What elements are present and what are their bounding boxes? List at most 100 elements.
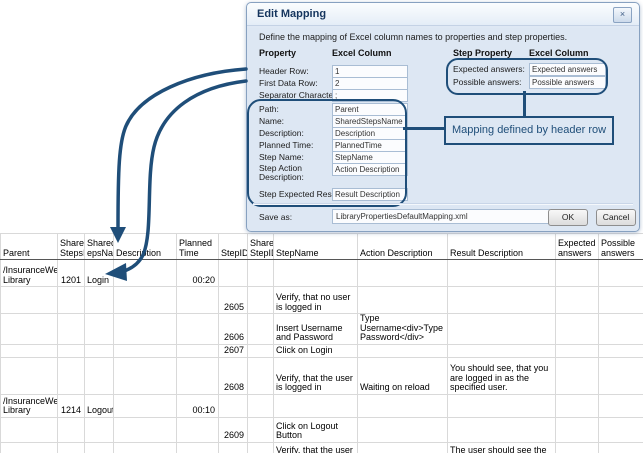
sheet-cell[interactable] — [556, 314, 599, 345]
column-header-cell[interactable]: Planned Time — [177, 234, 219, 260]
sheet-cell[interactable] — [85, 287, 114, 314]
sheet-cell[interactable] — [248, 344, 274, 357]
sheet-cell[interactable] — [248, 357, 274, 394]
sheet-cell[interactable] — [177, 287, 219, 314]
sheet-cell[interactable] — [114, 417, 177, 442]
sheet-cell[interactable] — [599, 287, 643, 314]
sheet-cell[interactable]: Verify, that no user is logged in — [274, 287, 358, 314]
sheet-cell[interactable]: 2609 — [219, 417, 248, 442]
sheet-cell[interactable] — [274, 260, 358, 287]
sheet-cell[interactable] — [448, 314, 556, 345]
sheet-cell[interactable] — [358, 260, 448, 287]
sheet-cell[interactable] — [358, 394, 448, 417]
sheet-cell[interactable] — [1, 344, 58, 357]
sheet-cell[interactable] — [248, 287, 274, 314]
sheet-cell[interactable]: 2607 — [219, 344, 248, 357]
sheet-cell[interactable] — [58, 287, 85, 314]
sheet-cell[interactable] — [448, 417, 556, 442]
sheet-cell[interactable] — [1, 314, 58, 345]
sheet-cell[interactable] — [556, 260, 599, 287]
sheet-cell[interactable]: 1214 — [58, 394, 85, 417]
sheet-cell[interactable] — [114, 287, 177, 314]
sheet-cell[interactable] — [85, 357, 114, 394]
column-header-cell[interactable]: Result Description — [448, 234, 556, 260]
sheet-cell[interactable] — [599, 394, 643, 417]
sheet-cell[interactable] — [358, 287, 448, 314]
sheet-cell[interactable] — [599, 260, 643, 287]
sheet-cell[interactable] — [114, 260, 177, 287]
sheet-cell[interactable]: 2608 — [219, 357, 248, 394]
sheet-cell[interactable] — [58, 417, 85, 442]
sheet-cell[interactable] — [114, 442, 177, 453]
column-header-cell[interactable]: StepName — [274, 234, 358, 260]
sheet-cell[interactable] — [85, 417, 114, 442]
sheet-cell[interactable] — [599, 442, 643, 453]
sheet-cell[interactable] — [58, 442, 85, 453]
sheet-cell[interactable] — [556, 417, 599, 442]
sheet-cell[interactable] — [448, 394, 556, 417]
sheet-cell[interactable]: 1201 — [58, 260, 85, 287]
sheet-cell[interactable]: Type Username<div>Type Password</div> — [358, 314, 448, 345]
column-header-cell[interactable]: Shared StepsID — [58, 234, 85, 260]
sheet-cell[interactable] — [248, 260, 274, 287]
cancel-button[interactable]: Cancel — [596, 209, 636, 226]
sheet-cell[interactable] — [177, 344, 219, 357]
sheet-cell[interactable] — [599, 357, 643, 394]
sheet-cell[interactable] — [358, 417, 448, 442]
ok-button[interactable]: OK — [548, 209, 588, 226]
sheet-cell[interactable] — [1, 357, 58, 394]
sheet-cell[interactable] — [114, 394, 177, 417]
sheet-cell[interactable] — [114, 357, 177, 394]
sheet-cell[interactable] — [177, 442, 219, 453]
sheet-cell[interactable] — [85, 314, 114, 345]
column-header-cell[interactable]: Shared StepID — [248, 234, 274, 260]
sheet-cell[interactable] — [599, 344, 643, 357]
sheet-cell[interactable]: 00:10 — [177, 394, 219, 417]
sheet-cell[interactable] — [1, 287, 58, 314]
sheet-cell[interactable] — [556, 357, 599, 394]
sheet-cell[interactable]: 2610 — [219, 442, 248, 453]
sheet-cell[interactable]: 2605 — [219, 287, 248, 314]
column-header-cell[interactable]: SharedSt epsName — [85, 234, 114, 260]
dialog-titlebar[interactable]: Edit Mapping × — [247, 3, 639, 26]
sheet-cell[interactable]: Insert Username and Password — [274, 314, 358, 345]
sheet-cell[interactable] — [114, 314, 177, 345]
column-header-cell[interactable]: StepID — [219, 234, 248, 260]
sheet-cell[interactable] — [448, 260, 556, 287]
sheet-cell[interactable]: Click on Login — [274, 344, 358, 357]
sheet-cell[interactable] — [248, 442, 274, 453]
sheet-cell[interactable]: Login — [85, 260, 114, 287]
sheet-cell[interactable] — [556, 287, 599, 314]
sheet-cell[interactable] — [248, 314, 274, 345]
sheet-cell[interactable] — [58, 314, 85, 345]
sheet-cell[interactable] — [219, 260, 248, 287]
sheet-cell[interactable] — [248, 394, 274, 417]
column-header-cell[interactable]: Description — [114, 234, 177, 260]
column-header-cell[interactable]: Expected answers — [556, 234, 599, 260]
sheet-cell[interactable] — [556, 394, 599, 417]
close-icon[interactable]: × — [613, 7, 632, 23]
sheet-cell[interactable]: Click on Logout Button — [274, 417, 358, 442]
sheet-cell[interactable] — [556, 344, 599, 357]
sheet-cell[interactable] — [85, 344, 114, 357]
sheet-cell[interactable]: Logout — [85, 394, 114, 417]
column-header-cell[interactable]: Possible answers — [599, 234, 643, 260]
sheet-cell[interactable] — [358, 344, 448, 357]
sheet-cell[interactable]: Waiting on reload — [358, 357, 448, 394]
column-header-cell[interactable]: Parent — [1, 234, 58, 260]
sheet-cell[interactable] — [1, 417, 58, 442]
sheet-cell[interactable] — [85, 442, 114, 453]
sheet-cell[interactable]: Verify, that the user is logged in — [274, 357, 358, 394]
sheet-cell[interactable] — [599, 314, 643, 345]
sheet-cell[interactable] — [114, 344, 177, 357]
sheet-cell[interactable] — [448, 287, 556, 314]
sheet-cell[interactable]: 00:20 — [177, 260, 219, 287]
sheet-cell[interactable] — [599, 417, 643, 442]
sheet-cell[interactable] — [177, 417, 219, 442]
sheet-cell[interactable] — [177, 357, 219, 394]
sheet-cell[interactable] — [177, 314, 219, 345]
sheet-cell[interactable] — [219, 394, 248, 417]
column-header-cell[interactable]: Action Description — [358, 234, 448, 260]
sheet-cell[interactable]: Verify, that the user is logged out — [274, 442, 358, 453]
sheet-cell[interactable] — [1, 442, 58, 453]
